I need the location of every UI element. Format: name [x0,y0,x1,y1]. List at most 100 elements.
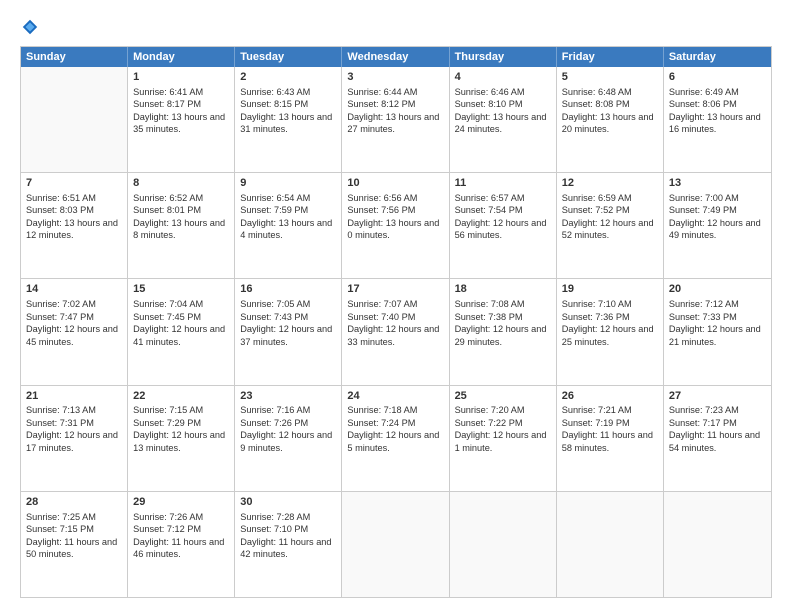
sunset-text: Sunset: 7:43 PM [240,312,308,322]
calendar: SundayMondayTuesdayWednesdayThursdayFrid… [20,46,772,598]
calendar-cell [450,492,557,597]
day-number: 23 [240,389,336,404]
day-number: 29 [133,495,229,510]
day-number: 28 [26,495,122,510]
daylight-text: Daylight: 11 hours and 42 minutes. [240,537,331,559]
logo-icon [21,18,39,36]
calendar-cell: 10Sunrise: 6:56 AMSunset: 7:56 PMDayligh… [342,173,449,278]
daylight-text: Daylight: 12 hours and 25 minutes. [562,324,654,346]
day-number: 8 [133,176,229,191]
day-number: 9 [240,176,336,191]
sunset-text: Sunset: 7:56 PM [347,205,415,215]
day-number: 3 [347,70,443,85]
day-number: 16 [240,282,336,297]
calendar-header-cell: Sunday [21,47,128,67]
sunrise-text: Sunrise: 6:59 AM [562,193,632,203]
calendar-row: 14 Sunrise: 7:02 AM Sunset: 7:47 PM Dayligh… [21,278,771,384]
sunrise-text: Sunrise: 7:16 AM [240,405,310,415]
calendar-header-cell: Wednesday [342,47,449,67]
sunset-text: Sunset: 7:38 PM [455,312,523,322]
daylight-text: Daylight: 13 hours and 24 minutes. [455,112,547,134]
daylight-text: Daylight: 12 hours and 1 minute. [455,430,547,452]
sunset-text: Sunset: 7:29 PM [133,418,201,428]
daylight-text: Daylight: 11 hours and 54 minutes. [669,430,760,452]
calendar-cell: 9Sunrise: 6:54 AMSunset: 7:59 PMDaylight… [235,173,342,278]
daylight-text: Daylight: 12 hours and 37 minutes. [240,324,332,346]
sunset-text: Sunset: 7:52 PM [562,205,630,215]
sunrise-text: Sunrise: 7:07 AM [347,299,417,309]
daylight-text: Daylight: 13 hours and 27 minutes. [347,112,439,134]
sunrise-text: Sunrise: 7:13 AM [26,405,96,415]
calendar-cell: 20Sunrise: 7:12 AMSunset: 7:33 PMDayligh… [664,279,771,384]
calendar-row: 21Sunrise: 7:13 AMSunset: 7:31 PMDayligh… [21,385,771,491]
sunrise-text: Sunrise: 6:56 AM [347,193,417,203]
sunset-text: Sunset: 8:08 PM [562,99,630,109]
day-number: 26 [562,389,658,404]
sunset-text: Sunset: 7:33 PM [669,312,737,322]
sunset-text: Sunset: 7:12 PM [133,524,201,534]
daylight-text: Daylight: 11 hours and 50 minutes. [26,537,117,559]
sunset-text: Sunset: 7:40 PM [347,312,415,322]
daylight-text: Daylight: 12 hours and 21 minutes. [669,324,761,346]
sunset-text: Sunset: 8:15 PM [240,99,308,109]
sunrise-text: Sunrise: 7:02 AM [26,299,96,309]
sunset-text: Sunset: 8:06 PM [669,99,737,109]
sunset-text: Sunset: 8:17 PM [133,99,201,109]
calendar-cell: 5Sunrise: 6:48 AMSunset: 8:08 PMDaylight… [557,67,664,172]
sunset-text: Sunset: 8:10 PM [455,99,523,109]
page: SundayMondayTuesdayWednesdayThursdayFrid… [0,0,792,612]
sunrise-text: Sunrise: 7:18 AM [347,405,417,415]
sunrise-text: Sunrise: 6:51 AM [26,193,96,203]
day-number: 21 [26,389,122,404]
daylight-text: Daylight: 13 hours and 31 minutes. [240,112,332,134]
sunrise-text: Sunrise: 6:57 AM [455,193,525,203]
daylight-text: Daylight: 11 hours and 58 minutes. [562,430,653,452]
sunset-text: Sunset: 7:26 PM [240,418,308,428]
sunset-text: Sunset: 7:47 PM [26,312,94,322]
calendar-cell: 1Sunrise: 6:41 AMSunset: 8:17 PMDaylight… [128,67,235,172]
sunset-text: Sunset: 7:36 PM [562,312,630,322]
calendar-cell: 29Sunrise: 7:26 AMSunset: 7:12 PMDayligh… [128,492,235,597]
calendar-header-cell: Thursday [450,47,557,67]
day-number: 15 [133,282,229,297]
daylight-text: Daylight: 12 hours and 5 minutes. [347,430,439,452]
day-number: 27 [669,389,766,404]
sunrise-text: Sunrise: 7:00 AM [669,193,739,203]
day-number: 1 [133,70,229,85]
calendar-cell: 11Sunrise: 6:57 AMSunset: 7:54 PMDayligh… [450,173,557,278]
daylight-text: Daylight: 12 hours and 45 minutes. [26,324,118,346]
calendar-cell: 4Sunrise: 6:46 AMSunset: 8:10 PMDaylight… [450,67,557,172]
sunrise-text: Sunrise: 7:12 AM [669,299,739,309]
calendar-header-cell: Tuesday [235,47,342,67]
day-number: 13 [669,176,766,191]
day-number: 12 [562,176,658,191]
daylight-text: Daylight: 12 hours and 33 minutes. [347,324,439,346]
calendar-cell: 12Sunrise: 6:59 AMSunset: 7:52 PMDayligh… [557,173,664,278]
daylight-text: Daylight: 13 hours and 4 minutes. [240,218,332,240]
sunrise-text: Sunrise: 6:44 AM [347,87,417,97]
day-number: 14 [26,282,122,297]
day-number: 4 [455,70,551,85]
calendar-cell: 2Sunrise: 6:43 AMSunset: 8:15 PMDaylight… [235,67,342,172]
daylight-text: Daylight: 12 hours and 56 minutes. [455,218,547,240]
day-number: 7 [26,176,122,191]
daylight-text: Daylight: 13 hours and 20 minutes. [562,112,654,134]
calendar-cell: 21Sunrise: 7:13 AMSunset: 7:31 PMDayligh… [21,386,128,491]
calendar-cell: 26Sunrise: 7:21 AMSunset: 7:19 PMDayligh… [557,386,664,491]
day-number: 22 [133,389,229,404]
calendar-cell: 25Sunrise: 7:20 AMSunset: 7:22 PMDayligh… [450,386,557,491]
sunset-text: Sunset: 7:17 PM [669,418,737,428]
sunset-text: Sunset: 7:54 PM [455,205,523,215]
daylight-text: Daylight: 12 hours and 41 minutes. [133,324,225,346]
calendar-body: 1Sunrise: 6:41 AMSunset: 8:17 PMDaylight… [21,67,771,597]
calendar-row: 7Sunrise: 6:51 AMSunset: 8:03 PMDaylight… [21,172,771,278]
day-number: 30 [240,495,336,510]
day-number: 5 [562,70,658,85]
daylight-text: Daylight: 13 hours and 0 minutes. [347,218,439,240]
daylight-text: Daylight: 11 hours and 46 minutes. [133,537,224,559]
calendar-row: 28Sunrise: 7:25 AMSunset: 7:15 PMDayligh… [21,491,771,597]
sunset-text: Sunset: 7:24 PM [347,418,415,428]
calendar-header-cell: Monday [128,47,235,67]
calendar-header-cell: Friday [557,47,664,67]
daylight-text: Daylight: 12 hours and 29 minutes. [455,324,547,346]
